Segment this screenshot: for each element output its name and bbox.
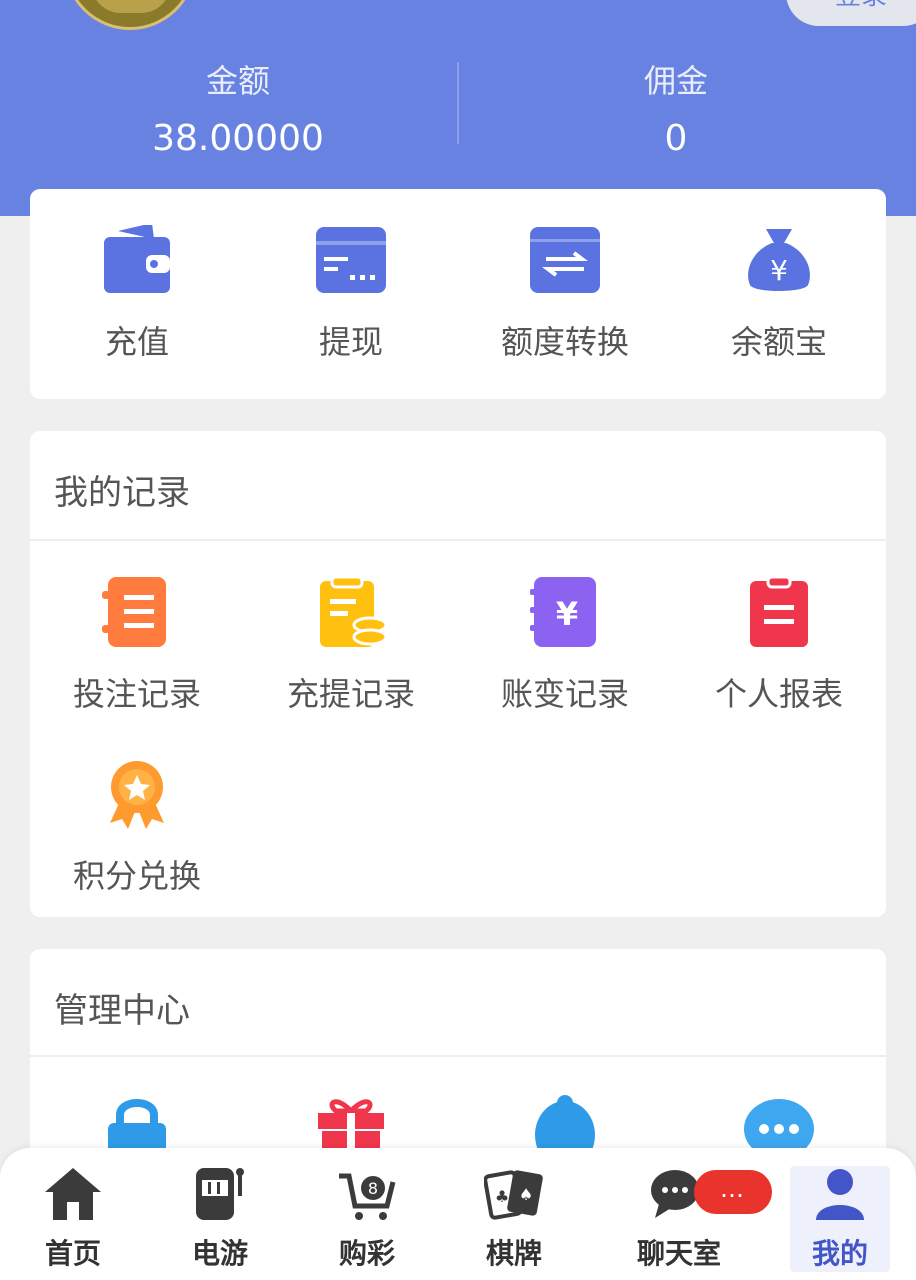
- record-points-exchange[interactable]: 积分兑换: [30, 759, 244, 897]
- quick-action-recharge[interactable]: 充值: [30, 223, 244, 363]
- management-divider: [30, 1055, 886, 1057]
- money-bag-icon: ¥: [744, 225, 814, 295]
- notebook-icon: [102, 577, 172, 647]
- balance-label: 金额: [205, 62, 270, 100]
- lottery-cart-icon: 8: [337, 1166, 397, 1222]
- quick-action-label: 余额宝: [730, 323, 827, 361]
- svg-text:¥: ¥: [556, 595, 578, 633]
- home-icon: [43, 1166, 103, 1222]
- tab-label: 聊天室: [636, 1237, 721, 1270]
- commission-stat: 佣金 0: [526, 56, 826, 159]
- svg-text:♠: ♠: [519, 1185, 533, 1204]
- slot-machine-icon: [190, 1166, 250, 1222]
- records-divider: [30, 539, 886, 541]
- quick-action-withdraw[interactable]: 提现: [244, 225, 458, 363]
- tab-label: 购彩: [338, 1237, 395, 1270]
- quick-action-label: 提现: [318, 323, 383, 361]
- tab-cards[interactable]: ♣ ♠ 棋牌: [449, 1166, 579, 1272]
- tab-e-games[interactable]: 电游: [155, 1166, 285, 1272]
- account-header: 登录 金额 38.00000 佣金 0: [0, 0, 916, 216]
- bottom-tab-bar: 首页 电游 8 购彩 ♣ ♠ 棋牌 聊天室 我的: [0, 1148, 916, 1280]
- record-label: 积分兑换: [72, 857, 201, 895]
- tab-mine[interactable]: 我的: [790, 1166, 890, 1272]
- user-icon: [810, 1166, 870, 1222]
- balance-stat: 金额 38.00000: [88, 56, 388, 159]
- card-icon: [316, 225, 386, 295]
- tab-label: 电游: [191, 1237, 248, 1270]
- record-account-change[interactable]: ¥ 账变记录: [458, 577, 672, 715]
- playing-cards-icon: ♣ ♠: [483, 1166, 544, 1222]
- svg-text:♣: ♣: [495, 1187, 509, 1206]
- chat-unread-badge: …: [694, 1170, 772, 1214]
- records-card: 我的记录 投注记录 充提记录 ¥ 账变记录 个人报表 积分兑换: [30, 431, 886, 917]
- commission-value: 0: [664, 118, 688, 159]
- quick-action-yuebao[interactable]: ¥ 余额宝: [672, 225, 886, 363]
- record-label: 充提记录: [286, 675, 415, 713]
- svg-text:¥: ¥: [770, 254, 788, 287]
- balance-value: 38.00000: [152, 118, 324, 159]
- quick-actions-card: 充值 提现 额度转换 ¥ 余额宝: [30, 189, 886, 399]
- record-label: 个人报表: [714, 675, 843, 713]
- quick-action-label: 充值: [104, 323, 169, 361]
- login-button-label: 登录: [835, 0, 887, 12]
- tab-label: 我的: [811, 1237, 868, 1270]
- record-bet-history[interactable]: 投注记录: [30, 577, 244, 715]
- record-label: 投注记录: [72, 675, 201, 713]
- clipboard-coins-icon: [316, 575, 388, 647]
- stat-divider: [457, 62, 459, 144]
- record-personal-report[interactable]: 个人报表: [672, 575, 886, 715]
- tab-lottery[interactable]: 8 购彩: [302, 1166, 432, 1272]
- record-label: 账变记录: [500, 675, 629, 713]
- tab-home[interactable]: 首页: [8, 1166, 138, 1272]
- report-icon: [744, 575, 814, 647]
- wallet-icon: [102, 223, 172, 295]
- svg-text:8: 8: [368, 1179, 378, 1198]
- quick-action-label: 额度转换: [500, 323, 629, 361]
- tab-label: 棋牌: [485, 1237, 542, 1270]
- management-title: 管理中心: [54, 991, 190, 1031]
- records-title: 我的记录: [54, 473, 190, 513]
- record-deposit-withdraw[interactable]: 充提记录: [244, 575, 458, 715]
- tab-label: 首页: [44, 1237, 101, 1270]
- login-button[interactable]: 登录: [786, 0, 916, 26]
- medal-icon: [102, 759, 172, 829]
- transfer-icon: [530, 225, 600, 295]
- yuan-book-icon: ¥: [530, 577, 600, 647]
- avatar[interactable]: [64, 0, 196, 30]
- quick-action-transfer[interactable]: 额度转换: [458, 225, 672, 363]
- commission-label: 佣金: [643, 62, 708, 100]
